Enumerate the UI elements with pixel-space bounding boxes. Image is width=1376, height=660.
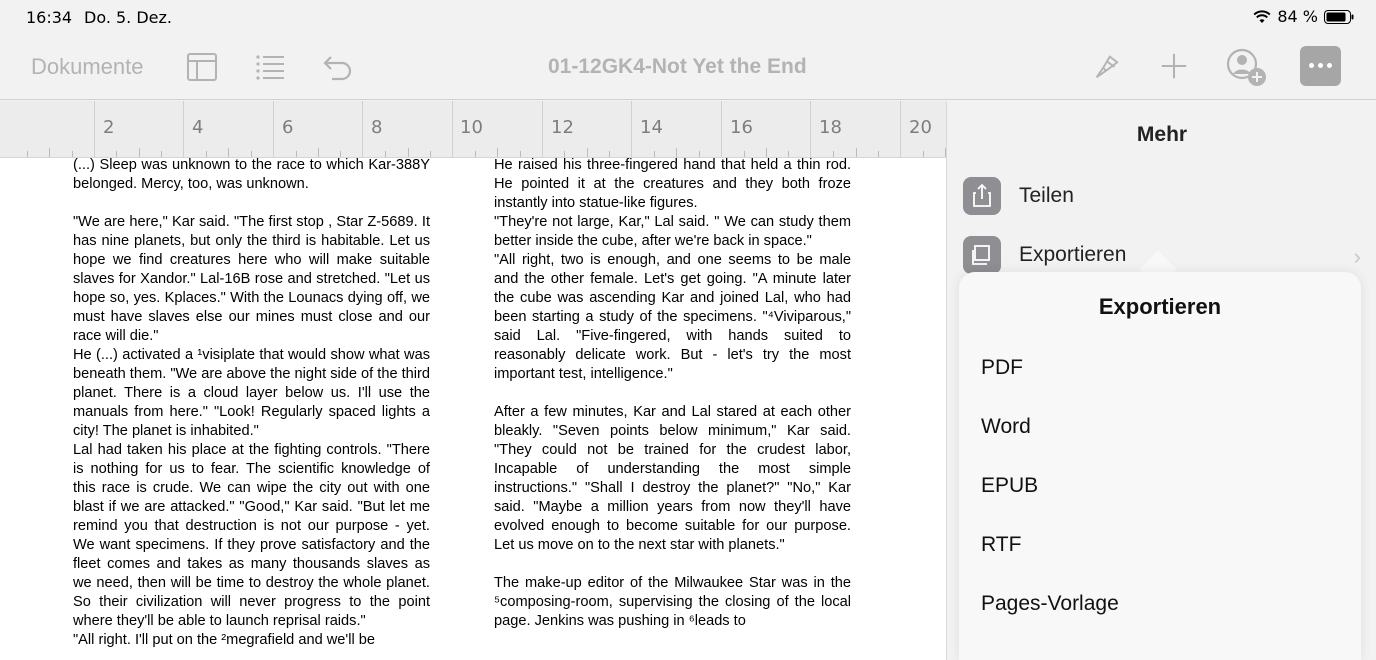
list-icon[interactable] — [254, 52, 286, 82]
ruler-tick — [609, 151, 610, 157]
ruler-tick — [296, 151, 297, 157]
ruler-label: 14 — [640, 117, 663, 138]
document-title: 01-12GK4-Not Yet the End — [548, 55, 807, 78]
status-time: 16:34 — [26, 8, 73, 27]
more-dot-icon — [1309, 63, 1314, 68]
ruler-label: 4 — [192, 117, 204, 138]
paragraph: "They're not large, Kar," Lal said. " We… — [494, 214, 851, 249]
ruler-tick — [139, 148, 140, 157]
export-submenu: Exportieren PDF Word EPUB RTF Pages-Vorl… — [959, 272, 1361, 660]
share-label: Teilen — [1019, 184, 1074, 207]
ruler-tick — [430, 151, 431, 157]
ruler-tick — [408, 148, 409, 157]
ruler-tick — [49, 148, 50, 157]
export-pages-template-item[interactable]: Pages-Vorlage — [981, 592, 1119, 616]
paragraph: Lal had taken his place at the fighting … — [73, 442, 430, 629]
paragraph: "All right, two is enough, and one seems… — [494, 252, 851, 382]
format-brush-icon[interactable] — [1090, 51, 1122, 81]
ruler-tick — [72, 151, 73, 157]
panel-title: Mehr — [1136, 123, 1188, 146]
ruler[interactable]: 2 4 6 8 10 12 14 16 18 20 — [0, 101, 946, 158]
ruler-tick — [744, 151, 745, 157]
ruler-tick — [788, 151, 789, 157]
ruler-tick — [385, 151, 386, 157]
export-epub-item[interactable]: EPUB — [981, 474, 1038, 498]
text-column-right[interactable]: He raised his three-fingered hand that h… — [494, 158, 851, 631]
ruler-tick — [340, 151, 341, 157]
ruler-tick — [161, 151, 162, 157]
ruler-tick — [654, 151, 655, 157]
ruler-tick — [497, 148, 498, 157]
ruler-tick — [833, 151, 834, 157]
ruler-tick — [318, 148, 319, 157]
ruler-label: 6 — [282, 117, 294, 138]
export-word-item[interactable]: Word — [981, 415, 1031, 439]
status-date: Do. 5. Dez. — [84, 8, 172, 27]
ruler-line — [721, 101, 722, 157]
export-icon — [963, 236, 1001, 274]
export-pdf-item[interactable]: PDF — [981, 356, 1023, 380]
export-submenu-title: Exportieren — [1098, 294, 1222, 319]
ruler-label: 8 — [371, 117, 383, 138]
ruler-tick — [520, 151, 521, 157]
ruler-tick — [878, 151, 879, 157]
export-rtf-item[interactable]: RTF — [981, 533, 1021, 557]
ruler-tick — [251, 151, 252, 157]
collaborate-icon[interactable] — [1226, 48, 1268, 88]
undo-icon[interactable] — [322, 52, 354, 82]
share-icon — [963, 177, 1001, 215]
ruler-tick — [116, 151, 117, 157]
export-label: Exportieren — [1019, 243, 1127, 266]
paragraph: He raised his three-fingered hand that h… — [494, 158, 851, 211]
status-indicators: 84 % — [1253, 7, 1354, 26]
ruler-tick — [699, 151, 700, 157]
more-dot-icon — [1318, 63, 1323, 68]
battery-percent: 84 % — [1277, 7, 1318, 26]
ruler-line — [452, 101, 453, 157]
share-row[interactable]: Teilen — [963, 173, 1363, 221]
ruler-line — [631, 101, 632, 157]
ruler-label: 16 — [730, 117, 753, 138]
ruler-tick — [475, 151, 476, 157]
ruler-tick — [676, 148, 677, 157]
paragraph: "We are here," Kar said. "The first stop… — [73, 214, 430, 344]
text-column-left[interactable]: (...) Sleep was unknown to the race to w… — [73, 158, 430, 650]
ruler-tick — [587, 148, 588, 157]
ruler-tick — [206, 151, 207, 157]
ruler-line — [273, 101, 274, 157]
ruler-label: 18 — [819, 117, 842, 138]
status-bar: 16:34 Do. 5. Dez. 84 % — [0, 0, 1376, 34]
ruler-line — [810, 101, 811, 157]
plus-icon[interactable] — [1158, 51, 1190, 81]
ruler-tick — [564, 151, 565, 157]
ruler-line — [94, 101, 95, 157]
ruler-line — [900, 101, 901, 157]
ruler-line — [542, 101, 543, 157]
ruler-tick — [766, 148, 767, 157]
toolbar: Dokumente 01-12GK4-Not Yet the End — [0, 34, 1376, 100]
paragraph: "All right. I'll put on the ²megrafield … — [73, 632, 375, 648]
document-canvas[interactable]: (...) Sleep was unknown to the race to w… — [0, 158, 946, 660]
more-button[interactable] — [1300, 46, 1341, 86]
documents-button[interactable]: Dokumente — [31, 54, 144, 80]
chevron-right-icon: › — [1353, 244, 1361, 269]
paragraph: After a few minutes, Kar and Lal stared … — [494, 404, 851, 553]
ruler-tick — [923, 151, 924, 157]
paragraph: The make-up editor of the Milwaukee Star… — [494, 575, 851, 629]
paragraph: (...) Sleep was unknown to the race to w… — [73, 158, 430, 192]
ruler-label: 10 — [460, 117, 483, 138]
ruler-line — [183, 101, 184, 157]
wifi-icon — [1253, 9, 1271, 23]
battery-icon — [1324, 9, 1354, 24]
ruler-label: 20 — [909, 117, 932, 138]
ruler-label: 12 — [551, 117, 574, 138]
ruler-tick — [27, 151, 28, 157]
ruler-tick — [228, 148, 229, 157]
sidebar-view-icon[interactable] — [186, 52, 218, 82]
paragraph: He (...) activated a ¹visiplate that wou… — [73, 347, 431, 439]
ruler-label: 2 — [103, 117, 115, 138]
more-dot-icon — [1327, 63, 1332, 68]
ruler-line — [362, 101, 363, 157]
ruler-tick — [856, 148, 857, 157]
